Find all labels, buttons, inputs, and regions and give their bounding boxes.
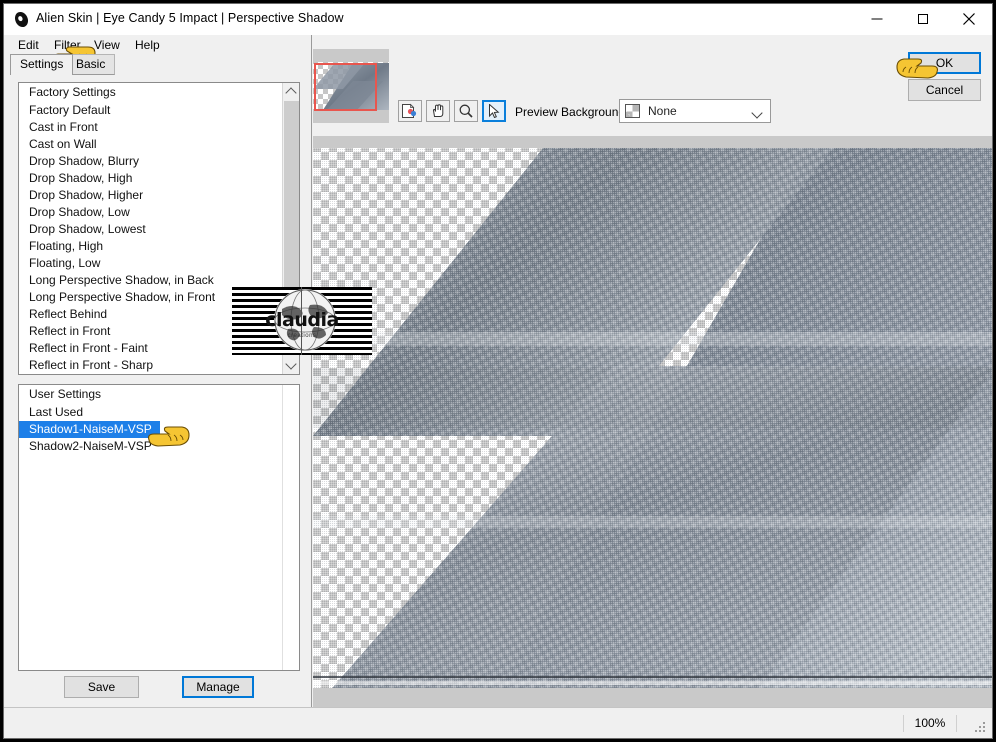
magnifier-icon (459, 104, 473, 118)
title-bar: Alien Skin | Eye Candy 5 Impact | Perspe… (4, 4, 992, 35)
minimize-button[interactable] (854, 4, 900, 34)
tab-settings[interactable]: Settings (10, 54, 74, 75)
list-item[interactable]: Drop Shadow, High (19, 170, 282, 187)
list-item[interactable]: Floating, High (19, 238, 282, 255)
tab-strip: Basic Settings (4, 54, 307, 75)
window-title: Alien Skin | Eye Candy 5 Impact | Perspe… (36, 11, 344, 25)
user-settings-listbox[interactable]: User Settings Last Used Shadow1-NaiseM-V… (18, 384, 300, 671)
save-button[interactable]: Save (64, 676, 139, 698)
list-item[interactable]: Factory Default (19, 102, 282, 119)
list-item[interactable]: Last Used (19, 404, 282, 421)
list-item[interactable]: Cast on Wall (19, 136, 282, 153)
status-divider (4, 707, 992, 708)
resize-grip[interactable] (975, 722, 987, 734)
manage-button[interactable]: Manage (182, 676, 254, 698)
list-item-selected[interactable]: Shadow1-NaiseM-VSP (19, 421, 160, 438)
close-icon (963, 13, 976, 26)
menu-item-filter[interactable]: Filter (49, 37, 86, 53)
close-button[interactable] (946, 4, 992, 34)
minimize-icon (871, 18, 883, 20)
list-item[interactable]: Drop Shadow, Higher (19, 187, 282, 204)
hand-icon (432, 104, 444, 117)
preview-background-select[interactable]: None (619, 99, 771, 123)
preview-panel: Preview Background: None OK Cancel (311, 35, 992, 707)
watermark-text: claudia (265, 309, 339, 331)
perspective-shadow-render (313, 136, 992, 707)
chevron-down-icon (751, 107, 763, 119)
scroll-up-icon[interactable] (283, 83, 299, 100)
ok-button[interactable]: OK (908, 52, 981, 74)
cancel-button[interactable]: Cancel (908, 79, 981, 101)
status-bar: 100% (4, 707, 992, 738)
user-list-scrollbar[interactable] (282, 385, 299, 670)
compare-tool-button[interactable] (398, 100, 422, 122)
menu-item-help[interactable]: Help (130, 37, 165, 53)
menu-item-view[interactable]: View (89, 37, 125, 53)
arrow-tool-button[interactable] (482, 100, 506, 122)
preview-canvas[interactable] (313, 136, 992, 707)
navigator-thumbnail[interactable] (313, 49, 389, 123)
preview-background-value: None (648, 104, 677, 118)
alien-skin-icon (13, 11, 30, 28)
navigator-viewport-rect[interactable] (314, 63, 377, 111)
application-window: Alien Skin | Eye Candy 5 Impact | Perspe… (3, 3, 993, 739)
list-item[interactable]: Floating, Low (19, 255, 282, 272)
maximize-icon (918, 14, 928, 24)
arrow-cursor-icon (489, 104, 500, 118)
zoom-tool-button[interactable] (454, 100, 478, 122)
user-settings-header: User Settings (29, 387, 102, 401)
tab-basic[interactable]: Basic (66, 54, 116, 75)
maximize-button[interactable] (900, 4, 946, 34)
scroll-down-icon[interactable] (283, 357, 299, 374)
hand-tool-button[interactable] (426, 100, 450, 122)
compare-icon (402, 103, 417, 118)
list-item[interactable]: Cast in Front (19, 119, 282, 136)
list-item[interactable]: Drop Shadow, Low (19, 204, 282, 221)
menu-item-edit[interactable]: Edit (13, 37, 44, 53)
claudia-watermark: claudia creations (232, 287, 372, 355)
watermark-subtext: creations (287, 333, 317, 339)
settings-panel: Factory Settings Factory Default Cast in… (4, 75, 310, 707)
transparency-swatch-icon (625, 104, 640, 118)
list-item[interactable]: Drop Shadow, Lowest (19, 221, 282, 238)
factory-settings-header: Factory Settings (29, 85, 116, 99)
preview-background-label: Preview Background: (515, 105, 629, 119)
user-settings-items: User Settings Last Used Shadow1-NaiseM-V… (19, 385, 282, 670)
list-item[interactable]: Reflect in Front - Sharp (19, 357, 282, 374)
list-item[interactable]: Shadow2-NaiseM-VSP (19, 438, 282, 455)
list-item[interactable]: Drop Shadow, Blurry (19, 153, 282, 170)
zoom-level-indicator: 100% (903, 715, 957, 732)
